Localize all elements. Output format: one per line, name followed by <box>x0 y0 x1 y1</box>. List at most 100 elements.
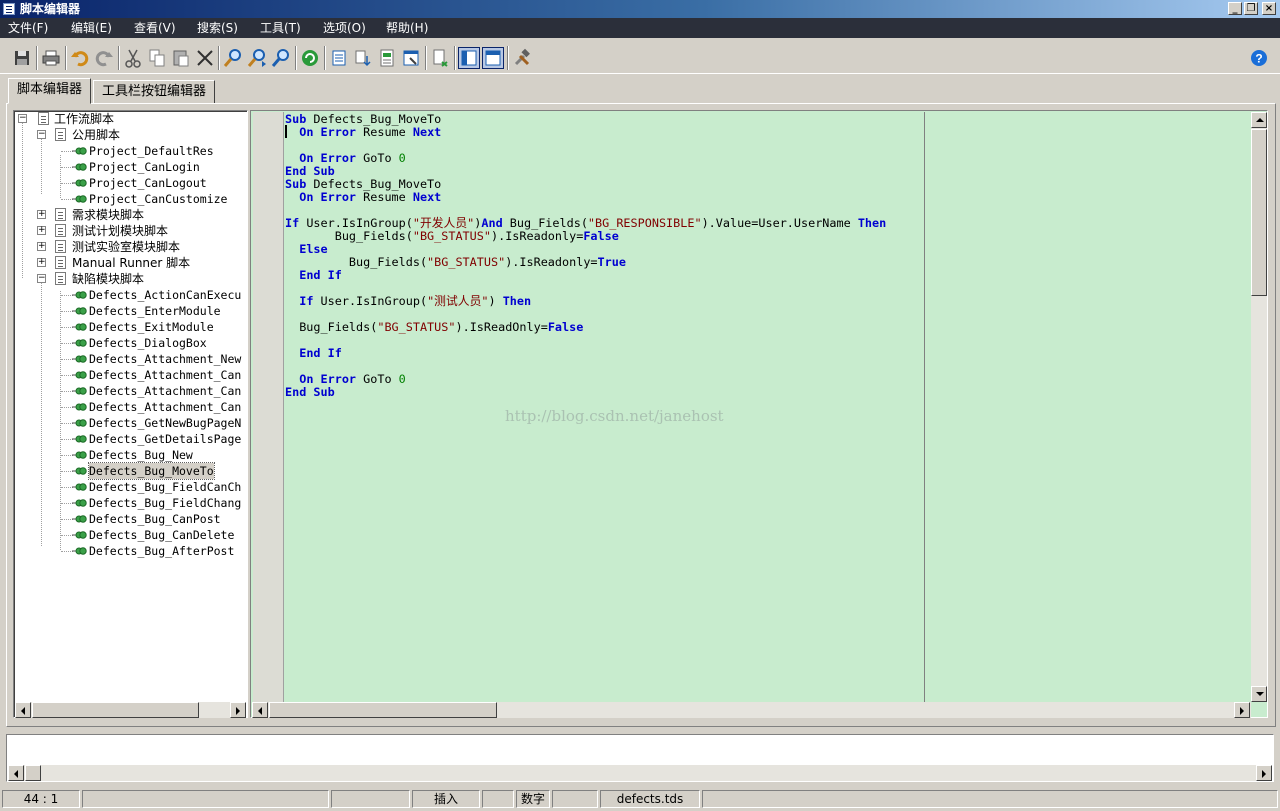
layout-1-icon[interactable] <box>458 47 480 69</box>
output-panel[interactable] <box>6 734 1274 782</box>
help-icon[interactable]: ? <box>1249 48 1269 68</box>
paste-icon[interactable] <box>171 48 191 68</box>
code-area[interactable]: Sub Defects_Bug_MoveTo On Error Resume N… <box>285 112 1251 702</box>
code-token: On Error <box>299 190 357 204</box>
code-token: User.IsInGroup( <box>313 294 428 308</box>
tree-label: Defects_ActionCanExecu <box>89 288 242 302</box>
code-token: Bug_Fields( <box>285 229 413 243</box>
find-icon[interactable] <box>223 48 243 68</box>
find-next-icon[interactable] <box>247 48 267 68</box>
layout-2-icon[interactable] <box>482 47 504 69</box>
script-icon <box>72 339 87 347</box>
scroll-down-button[interactable] <box>1251 686 1267 702</box>
cut-icon[interactable] <box>123 48 143 68</box>
move-down-icon[interactable] <box>353 48 373 68</box>
undo-icon[interactable] <box>70 48 90 68</box>
menu-search[interactable]: 搜索(S) <box>197 20 238 36</box>
tree-hscrollbar[interactable] <box>15 702 246 718</box>
tree-label: 测试计划模块脚本 <box>72 224 169 238</box>
refresh-icon[interactable] <box>300 48 320 68</box>
tree-label: Project_CanCustomize <box>89 192 228 206</box>
redo-icon[interactable] <box>94 48 114 68</box>
copy-icon[interactable] <box>147 48 167 68</box>
scroll-thumb[interactable] <box>269 702 497 718</box>
code-editor[interactable]: Sub Defects_Bug_MoveTo On Error Resume N… <box>250 110 1268 718</box>
code-token: Bug_Fields( <box>502 216 588 230</box>
tree-label: 公用脚本 <box>72 128 121 142</box>
script-folder-icon <box>38 112 49 125</box>
collapse-icon[interactable]: − <box>37 130 46 139</box>
delete-icon[interactable] <box>195 48 215 68</box>
svg-text:?: ? <box>1255 52 1262 66</box>
code-token: If <box>285 216 300 230</box>
tree-label: Defects_Bug_CanPost <box>89 512 221 526</box>
menu-options[interactable]: 选项(O) <box>323 20 366 36</box>
status-numlock: 数字 <box>516 790 550 808</box>
code-token: GoTo <box>356 151 399 165</box>
expand-icon[interactable]: + <box>37 210 46 219</box>
menu-tools[interactable]: 工具(T) <box>260 20 301 36</box>
scroll-right-button[interactable] <box>1256 765 1272 781</box>
collapse-icon[interactable]: − <box>37 274 46 283</box>
code-line: End Sub <box>285 386 335 399</box>
code-token: End Sub <box>285 164 335 178</box>
app-icon <box>3 3 15 15</box>
status-pane <box>702 790 1278 808</box>
scroll-thumb[interactable] <box>32 702 199 718</box>
code-token: "BG_STATUS" <box>412 229 491 243</box>
code-token: Next <box>412 125 442 139</box>
print-icon[interactable] <box>41 48 61 68</box>
editor-vscrollbar[interactable] <box>1251 112 1267 702</box>
code-token: Defects_Bug_MoveTo <box>306 177 442 191</box>
script-tree[interactable]: − 工作流脚本 − 公用脚本 + 需求模块脚本 + 测试计划模块脚本 + 测试实… <box>13 110 248 718</box>
insert-icon[interactable] <box>430 48 450 68</box>
code-token: End If <box>299 346 342 360</box>
list-view-icon[interactable] <box>329 48 349 68</box>
output-hscrollbar[interactable] <box>8 765 1272 781</box>
scroll-thumb[interactable] <box>1251 129 1267 296</box>
code-token: Then <box>857 216 887 230</box>
scroll-left-button[interactable] <box>8 765 24 781</box>
code-token: "测试人员" <box>427 294 489 308</box>
scroll-up-button[interactable] <box>1251 112 1267 128</box>
status-file-name: defects.tds <box>600 790 700 808</box>
check-syntax-icon[interactable] <box>377 48 397 68</box>
tab-toolbar-button-editor[interactable]: 工具栏按钮编辑器 <box>93 80 216 104</box>
editor-hscrollbar[interactable] <box>252 702 1251 718</box>
tab-script-editor[interactable]: 脚本编辑器 <box>8 78 92 104</box>
menu-view[interactable]: 查看(V) <box>134 20 176 36</box>
tree-label: Defects_Bug_FieldChang <box>89 496 242 510</box>
code-token: Defects_Bug_MoveTo <box>306 112 442 126</box>
scroll-right-button[interactable] <box>1234 702 1250 718</box>
expand-icon[interactable]: + <box>37 258 46 267</box>
scroll-right-button[interactable] <box>230 702 246 718</box>
script-icon <box>72 467 87 475</box>
restore-icon[interactable]: ❐ <box>1244 2 1258 15</box>
tree-label: 测试实验室模块脚本 <box>72 240 181 254</box>
menu-help[interactable]: 帮助(H) <box>386 20 428 36</box>
code-token: Then <box>502 294 532 308</box>
scroll-left-button[interactable] <box>252 702 268 718</box>
expand-icon[interactable]: + <box>37 226 46 235</box>
watermark: http://blog.csdn.net/janehost <box>505 407 724 425</box>
close-icon[interactable]: × <box>1262 2 1276 15</box>
script-icon <box>72 403 87 411</box>
collapse-icon[interactable]: − <box>18 114 27 123</box>
code-token: ).IsReadOnly= <box>455 320 548 334</box>
menu-edit[interactable]: 编辑(E) <box>71 20 112 36</box>
replace-icon[interactable] <box>271 48 291 68</box>
minimize-icon[interactable]: _ <box>1228 2 1242 15</box>
scroll-thumb[interactable] <box>25 765 41 781</box>
menu-file[interactable]: 文件(F) <box>8 20 48 36</box>
tree-label: Project_CanLogin <box>89 160 200 174</box>
script-folder-icon <box>55 272 66 285</box>
tools-icon[interactable] <box>512 48 532 68</box>
expand-icon[interactable]: + <box>37 242 46 251</box>
script-props-icon[interactable] <box>401 48 421 68</box>
tree-label: Defects_ExitModule <box>89 320 214 334</box>
scroll-left-button[interactable] <box>15 702 31 718</box>
script-icon <box>72 547 87 555</box>
save-icon[interactable] <box>12 48 32 68</box>
